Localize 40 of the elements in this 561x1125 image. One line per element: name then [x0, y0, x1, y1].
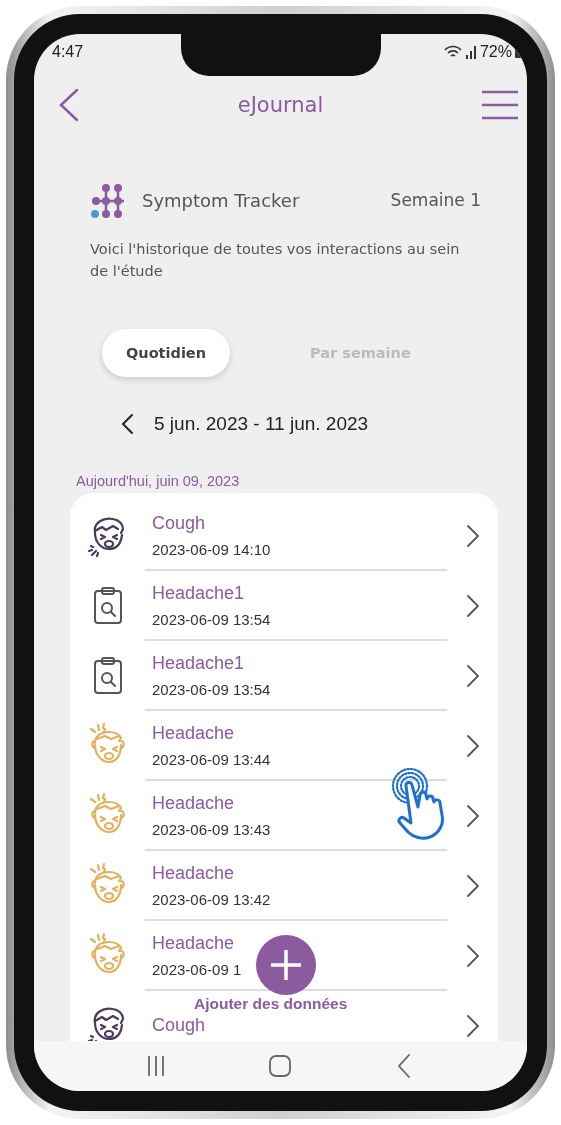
add-data-label: Ajouter des données [194, 995, 348, 1013]
entry-title[interactable]: Headache [152, 792, 235, 814]
entry-timestamp: 2023-06-09 13:54 [152, 680, 271, 698]
chevron-right-icon[interactable] [465, 664, 480, 688]
entry-timestamp: 2023-06-09 13:44 [152, 750, 271, 768]
menu-icon[interactable] [481, 90, 519, 120]
entry-title[interactable]: Headache [152, 862, 235, 884]
entry-timestamp: 2023-06-09 13:54 [152, 610, 271, 628]
entry-title[interactable]: Headache [152, 722, 235, 744]
chevron-right-icon[interactable] [465, 944, 480, 968]
previous-icon[interactable] [120, 413, 134, 435]
back-icon[interactable] [58, 88, 80, 122]
entry-title[interactable]: Headache [152, 932, 235, 954]
chevron-right-icon[interactable] [465, 804, 480, 828]
week-label: Semaine 1 [390, 190, 481, 210]
chevron-right-icon[interactable] [465, 594, 480, 618]
app-title: eJournal [237, 93, 324, 117]
entry-timestamp: 2023-06-09 14:10 [152, 540, 271, 558]
home-icon[interactable] [267, 1053, 294, 1079]
status-time: 4:47 [52, 43, 84, 61]
chevron-right-icon[interactable] [465, 874, 480, 898]
entry-timestamp: 2023-06-09 1 [152, 960, 242, 978]
entry-title[interactable]: Cough [152, 512, 206, 534]
signal-icon [464, 45, 477, 59]
date-range: 5 jun. 2023 - 11 jun. 2023 [154, 413, 369, 435]
description-text: Voici l'historique de toutes vos interactions au sein de l'étude [90, 240, 461, 281]
tracker-name: Symptom Tracker [142, 189, 301, 211]
entry-timestamp: 2023-06-09 13:43 [152, 820, 271, 838]
chevron-right-icon[interactable] [465, 524, 480, 548]
section-date: Aujourd'hui, juin 09, 2023 [76, 472, 241, 491]
battery-percent: 72% [479, 43, 512, 61]
plus-icon [269, 948, 303, 982]
entry-title[interactable]: Headache1 [152, 652, 245, 674]
chevron-right-icon[interactable] [465, 734, 480, 758]
entry-title[interactable]: Cough [152, 1014, 206, 1036]
view-tab[interactable]: Quotidien [102, 329, 231, 377]
wifi-icon [443, 45, 462, 59]
chevron-right-icon[interactable] [465, 1014, 480, 1038]
entry-title[interactable]: Headache1 [152, 582, 245, 604]
entry-timestamp: 2023-06-09 13:42 [152, 890, 271, 908]
